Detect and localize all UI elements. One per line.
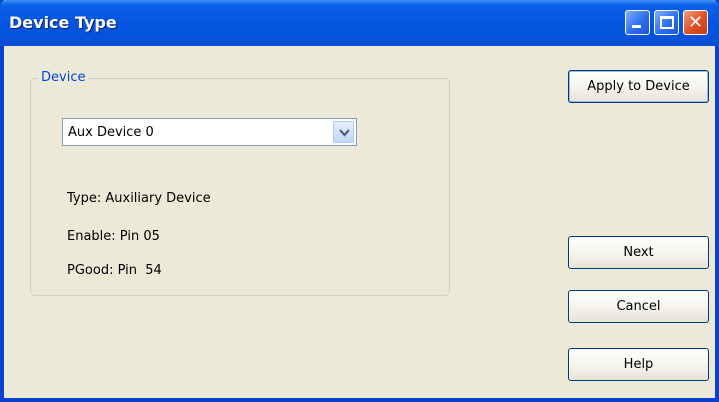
window-title: Device Type [9, 13, 117, 32]
device-select[interactable]: Aux Device 0 [62, 118, 357, 146]
enable-pin-text: Enable: Pin 05 [67, 229, 160, 244]
help-button[interactable]: Help [568, 348, 709, 381]
device-select-value: Aux Device 0 [68, 125, 154, 140]
minimize-icon [632, 25, 641, 28]
device-group-label: Device [38, 70, 89, 85]
title-bar[interactable]: Device Type ✕ [0, 0, 719, 46]
device-type-text: Type: Auxiliary Device [67, 191, 211, 206]
chevron-down-icon [339, 129, 350, 137]
close-icon: ✕ [687, 12, 704, 33]
pgood-pin-text: PGood: Pin 54 [67, 263, 162, 278]
apply-to-device-button[interactable]: Apply to Device [568, 70, 709, 103]
close-button[interactable]: ✕ [683, 10, 708, 35]
maximize-icon [660, 16, 674, 29]
dropdown-button[interactable] [333, 121, 354, 143]
next-button[interactable]: Next [568, 236, 709, 269]
minimize-button[interactable] [625, 10, 650, 35]
cancel-button[interactable]: Cancel [568, 290, 709, 323]
maximize-button[interactable] [654, 10, 679, 35]
